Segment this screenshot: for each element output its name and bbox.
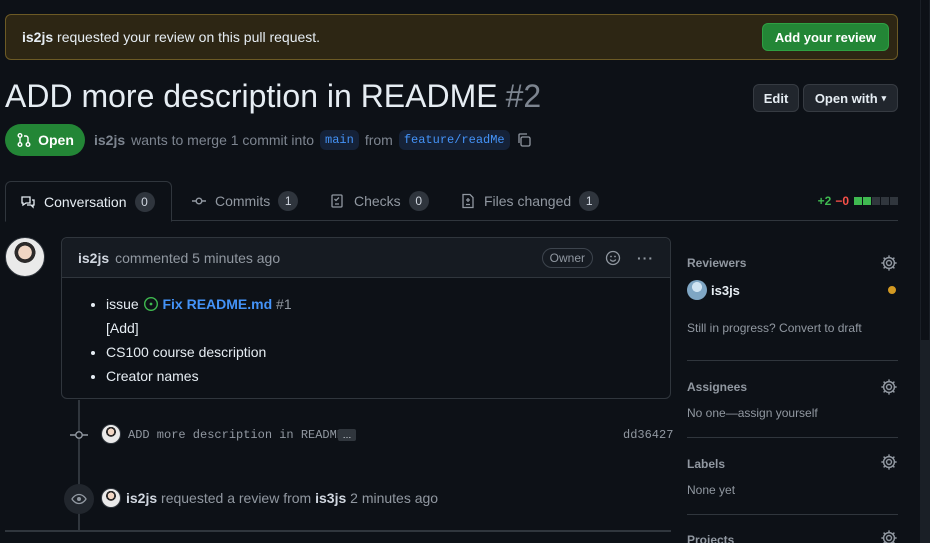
pending-dot-icon	[888, 286, 896, 294]
page-title: ADD more description in README #2	[5, 78, 541, 115]
pr-title: ADD more description in README	[5, 78, 498, 114]
convert-to-draft[interactable]: Still in progress? Convert to draft	[687, 321, 862, 335]
event-user[interactable]: is2js	[126, 490, 157, 506]
review-request-event: is2js requested a review from is3js 2 mi…	[126, 490, 439, 506]
gear-icon[interactable]	[880, 529, 898, 543]
review-request-banner: is2js requested your review on this pull…	[5, 14, 898, 60]
kebab-horizontal-icon[interactable]: ···	[637, 250, 654, 266]
add-review-button[interactable]: Add your review	[761, 23, 889, 51]
owner-badge: Owner	[541, 247, 593, 268]
tab-commits[interactable]: Commits 1	[177, 181, 312, 221]
tab-counter: 1	[278, 191, 299, 211]
assignees-title[interactable]: Assignees	[687, 380, 747, 394]
sidebar-projects: Projects	[687, 524, 898, 543]
sidebar-assignees: Assignees No one—assign yourself	[687, 372, 898, 438]
pr-number: #2	[505, 78, 542, 114]
head-branch[interactable]: feature/readMe	[398, 130, 510, 150]
commit-avatar[interactable]	[101, 424, 121, 444]
base-branch[interactable]: main	[320, 130, 359, 150]
pr-tabs: Conversation 0 Commits 1 Checks 0 Files …	[5, 181, 898, 222]
comment-body: issue Fix README.md #1 [Add] CS100 cours…	[62, 278, 670, 388]
projects-title[interactable]: Projects	[687, 533, 734, 543]
git-commit-icon	[70, 431, 88, 439]
labels-value: None yet	[687, 483, 736, 497]
checklist-icon	[331, 194, 343, 208]
gear-icon[interactable]	[880, 453, 898, 471]
tab-label: Commits	[215, 193, 271, 209]
list-item: CS100 course description	[106, 340, 670, 364]
list-item: issue Fix README.md #1 [Add]	[106, 292, 670, 340]
merge-text: wants to merge 1 commit into	[131, 132, 314, 148]
timeline-divider	[5, 530, 671, 532]
smiley-icon[interactable]	[605, 250, 621, 266]
edit-button[interactable]: Edit	[753, 84, 799, 112]
status-label: Open	[38, 132, 74, 148]
tab-label: Files changed	[484, 193, 572, 209]
reviewer-request-avatar[interactable]	[101, 488, 121, 508]
avatar[interactable]	[5, 237, 45, 277]
additions: +2	[817, 194, 832, 208]
comment-box: is2js commented 5 minutes ago Owner ··· …	[61, 237, 671, 399]
scrollbar-thumb[interactable]	[921, 0, 929, 340]
gear-icon[interactable]	[880, 378, 898, 396]
issue-link[interactable]: Fix README.md	[162, 296, 272, 312]
issue-number: #1	[276, 296, 292, 312]
deletions: −0	[835, 194, 849, 208]
git-commit-icon	[192, 197, 206, 205]
assign-yourself-link[interactable]: No one—assign yourself	[687, 406, 818, 420]
caret-down-icon: ▾	[881, 92, 887, 103]
reviewer-name[interactable]: is3js	[711, 283, 740, 298]
comment-author[interactable]: is2js	[78, 250, 109, 266]
tab-counter: 0	[134, 191, 155, 212]
reviewer-avatar[interactable]	[687, 280, 707, 300]
tab-counter: 1	[579, 191, 600, 211]
banner-text: requested your review on this pull reque…	[57, 29, 321, 45]
status-badge: Open	[5, 124, 85, 156]
tab-checks[interactable]: Checks 0	[316, 181, 443, 221]
tab-counter: 0	[408, 191, 429, 211]
diffstat-bar	[853, 194, 898, 208]
event-reviewer[interactable]: is3js	[315, 490, 346, 506]
comment-discussion-icon	[21, 195, 35, 209]
gear-icon[interactable]	[880, 254, 898, 272]
reviewers-title[interactable]: Reviewers	[687, 256, 746, 270]
commit-sha[interactable]: dd36427	[623, 428, 673, 442]
open-with-button[interactable]: Open with ▾	[803, 84, 898, 112]
file-diff-icon	[462, 193, 474, 209]
issue-opened-icon	[143, 296, 158, 312]
tab-label: Checks	[354, 193, 401, 209]
pr-meta: is2js wants to merge 1 commit into main …	[94, 124, 532, 156]
diffstat: +2 −0	[818, 194, 898, 208]
expand-commit-button[interactable]: …	[338, 429, 356, 441]
list-item: Creator names	[106, 364, 670, 388]
copy-icon[interactable]	[516, 132, 532, 148]
comment-time[interactable]: commented 5 minutes ago	[115, 250, 280, 266]
tab-files-changed[interactable]: Files changed 1	[446, 181, 613, 221]
open-with-label: Open with	[814, 90, 878, 106]
banner-user[interactable]: is2js	[22, 29, 53, 45]
git-pull-request-icon	[17, 133, 31, 147]
labels-title[interactable]: Labels	[687, 457, 725, 471]
sidebar-reviewers: Reviewers is3js Still in progress? Conve…	[687, 252, 898, 361]
comment-header: is2js commented 5 minutes ago Owner ···	[62, 238, 670, 278]
tab-label: Conversation	[44, 193, 127, 210]
pr-author[interactable]: is2js	[94, 132, 125, 148]
eye-icon	[64, 484, 94, 514]
tab-conversation[interactable]: Conversation 0	[5, 181, 172, 222]
sidebar-labels: Labels None yet	[687, 448, 898, 515]
from-text: from	[364, 132, 393, 148]
event-time[interactable]: 2 minutes ago	[350, 490, 438, 506]
add-text: [Add]	[106, 320, 139, 336]
commit-message[interactable]: ADD more description in README	[128, 428, 344, 442]
